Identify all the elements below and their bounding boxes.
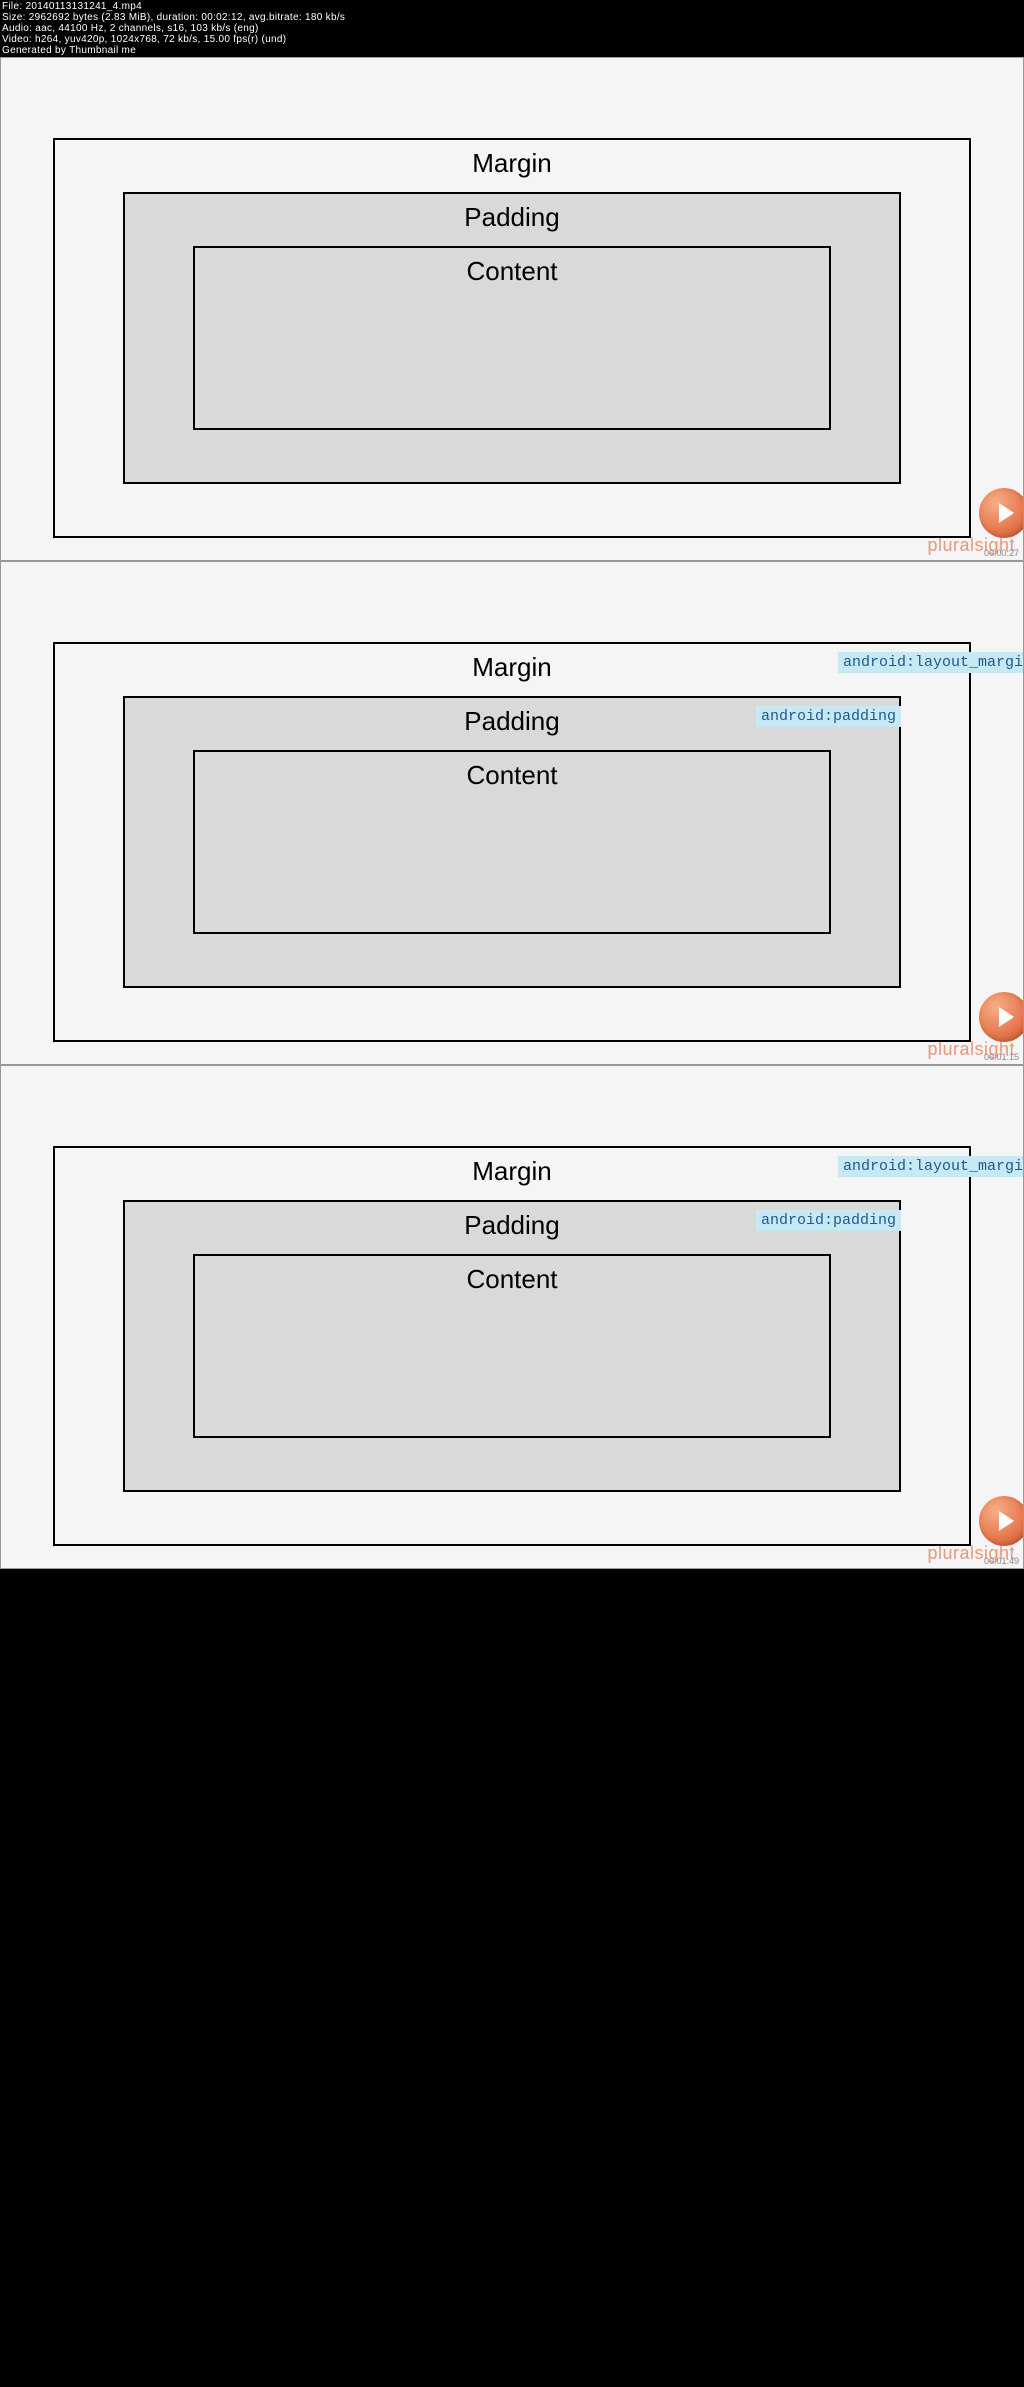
code-margin-tag: android:layout_margin [838,652,1024,673]
meta-video: Video: h264, yuv420p, 1024x768, 72 kb/s,… [2,34,1022,45]
padding-label: Padding [464,706,559,737]
code-padding-tag: android:padding [756,706,901,727]
content-box: Content [193,750,831,934]
code-margin-tag: android:layout_margin [838,1156,1024,1177]
padding-box: Padding android:padding Content [123,1200,901,1492]
margin-box: Margin android:layout_margin Padding and… [53,1146,971,1546]
thumbnail-frame: Margin Padding Content pluralsight 00:00… [0,57,1024,561]
thumbnail-frame: Margin android:layout_margin Padding and… [0,561,1024,1065]
content-label: Content [466,256,557,287]
padding-label: Padding [464,1210,559,1241]
meta-generated: Generated by Thumbnail me [2,45,1022,56]
margin-box: Margin android:layout_margin Padding and… [53,642,971,1042]
meta-file: File: 20140113131241_4.mp4 [2,1,1022,12]
play-button-icon[interactable] [979,488,1024,538]
frame-timestamp: 00:00:27 [984,548,1019,558]
margin-label: Margin [472,1156,551,1187]
padding-label: Padding [464,202,559,233]
frame-timestamp: 00:01:49 [984,1556,1019,1566]
content-box: Content [193,246,831,430]
padding-box: Padding android:padding Content [123,696,901,988]
play-button-icon[interactable] [979,992,1024,1042]
code-padding-tag: android:padding [756,1210,901,1231]
thumbnail-frame: Margin android:layout_margin Padding and… [0,1065,1024,1569]
content-label: Content [466,760,557,791]
frame-timestamp: 00:01:15 [984,1052,1019,1062]
content-label: Content [466,1264,557,1295]
margin-label: Margin [472,652,551,683]
margin-box: Margin Padding Content [53,138,971,538]
margin-label: Margin [472,148,551,179]
padding-box: Padding Content [123,192,901,484]
play-button-icon[interactable] [979,1496,1024,1546]
meta-size: Size: 2962692 bytes (2.83 MiB), duration… [2,12,1022,23]
meta-audio: Audio: aac, 44100 Hz, 2 channels, s16, 1… [2,23,1022,34]
content-box: Content [193,1254,831,1438]
video-metadata-header: File: 20140113131241_4.mp4 Size: 2962692… [0,0,1024,57]
